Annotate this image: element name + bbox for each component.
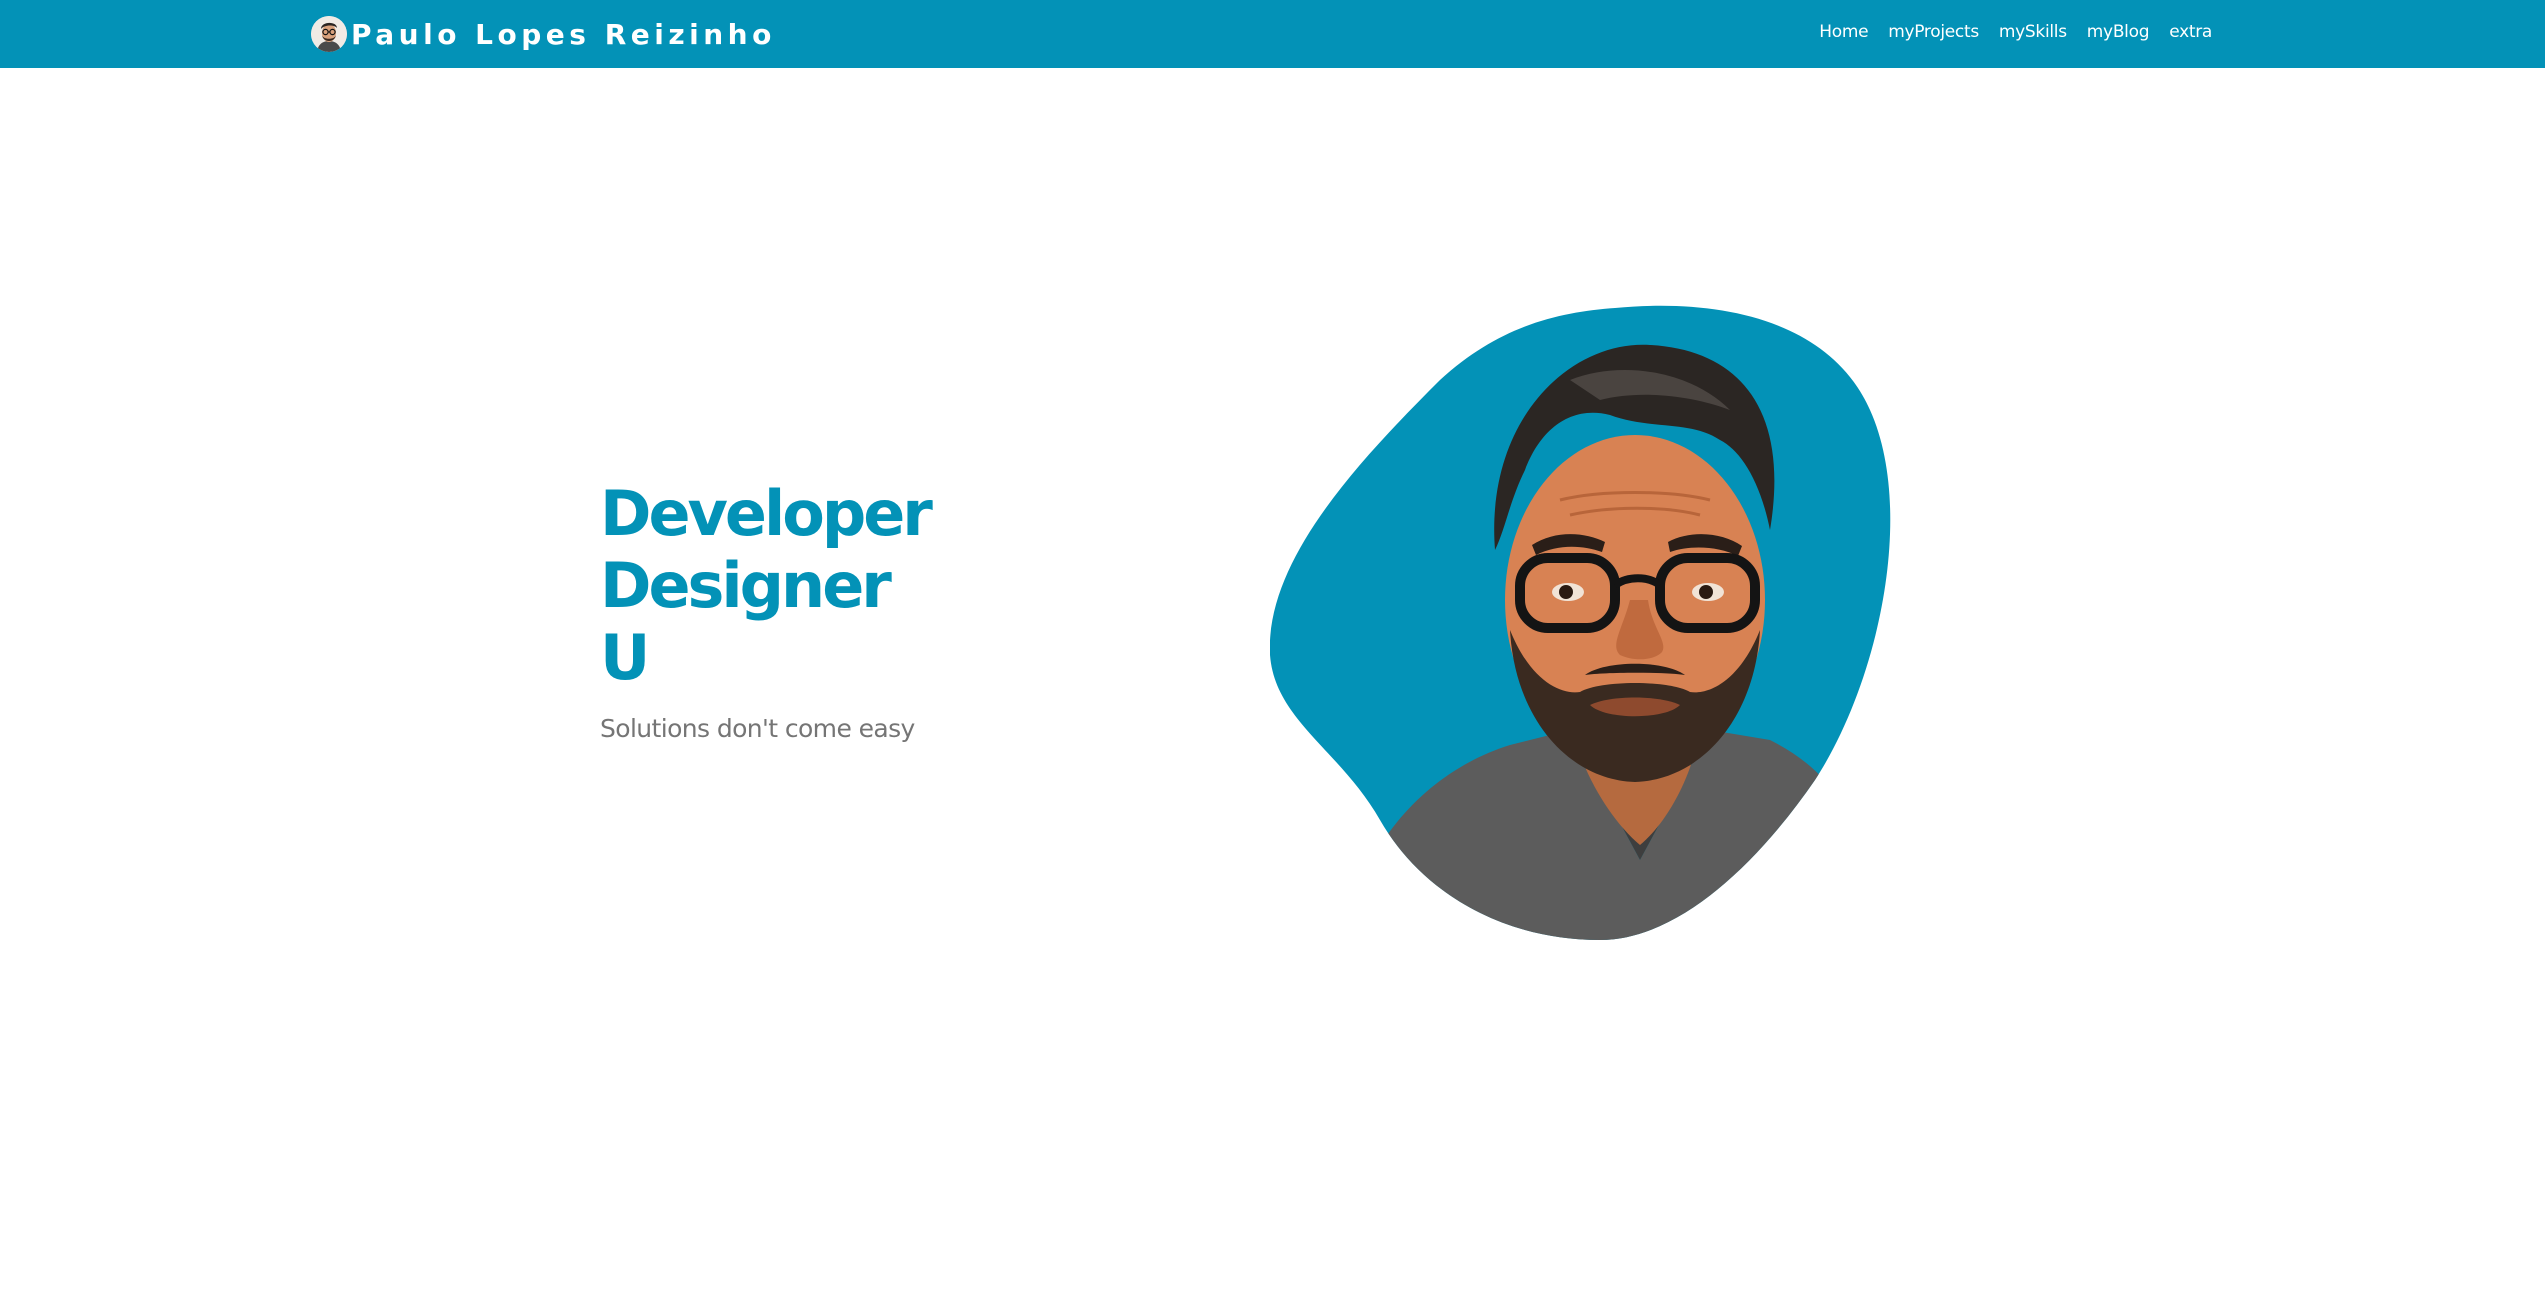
nav-my-skills[interactable]: mySkills <box>1999 22 2067 42</box>
brand-name: Paulo Lopes Reizinho <box>351 17 776 51</box>
hero-tagline: Solutions don't come easy <box>600 714 915 743</box>
hero-portrait <box>1270 305 1891 940</box>
brand-home-link[interactable]: Paulo Lopes Reizinho <box>311 14 776 54</box>
hero-text: Developer Designer U Solutions don't com… <box>600 477 933 744</box>
avatar <box>311 16 347 52</box>
nav-extra[interactable]: extra <box>2169 22 2212 42</box>
nav-my-projects[interactable]: myProjects <box>1888 22 1979 42</box>
headline-designer: Designer <box>600 549 892 622</box>
nav-home[interactable]: Home <box>1819 22 1868 42</box>
headline-developer: Developer <box>600 477 933 550</box>
headline-u: U <box>600 621 650 694</box>
main-nav: Home myProjects mySkills myBlog extra <box>1799 22 2212 42</box>
nav-my-blog[interactable]: myBlog <box>2087 22 2150 42</box>
top-navbar: Paulo Lopes Reizinho Home myProjects myS… <box>0 0 2545 68</box>
